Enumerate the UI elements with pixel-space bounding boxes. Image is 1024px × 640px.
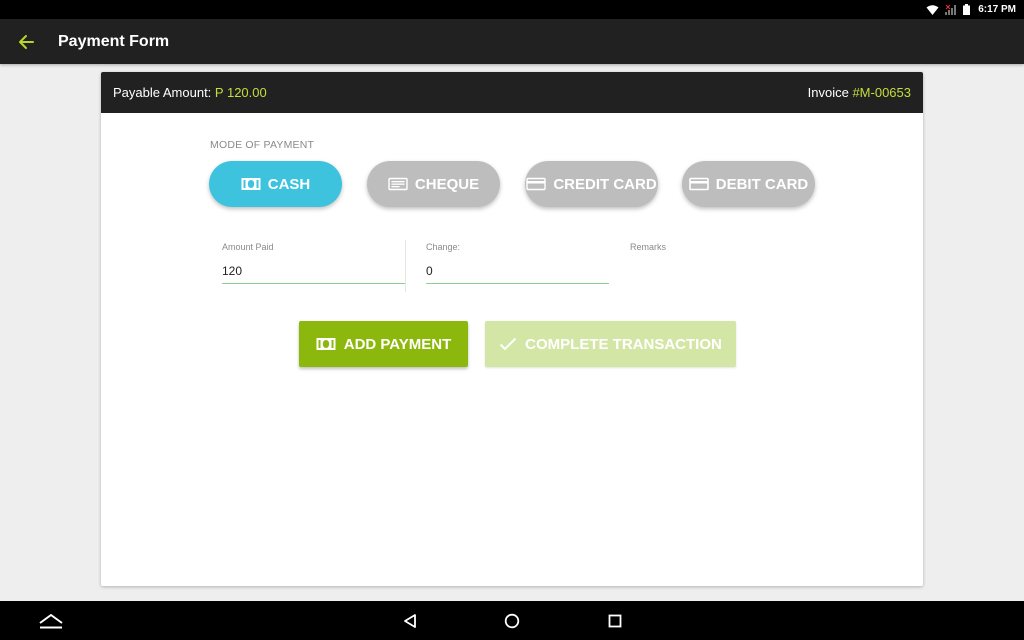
invoice-number: Invoice #M-00653 (808, 85, 911, 100)
debit-card-button[interactable]: DEBIT CARD (682, 161, 815, 207)
checkmark-icon (499, 337, 517, 351)
complete-transaction-label: COMPLETE TRANSACTION (525, 335, 722, 353)
triangle-back-icon (404, 613, 416, 628)
change-label: Change: (426, 242, 461, 252)
status-time: 6:17 PM (978, 4, 1016, 15)
payable-amount: Payable Amount: P 120.00 (113, 85, 267, 100)
amount-paid-label: Amount Paid (222, 242, 274, 252)
remarks-field: Remarks (630, 242, 813, 284)
mode-of-payment-label: MODE OF PAYMENT (210, 139, 315, 151)
status-bar: 6:17 PM (0, 0, 1024, 19)
back-button[interactable] (0, 19, 52, 64)
cash-icon (316, 338, 336, 350)
arrow-left-icon (19, 34, 34, 49)
square-recents-icon (608, 614, 622, 627)
nav-home-button[interactable] (492, 601, 532, 640)
debit-card-icon (688, 177, 709, 191)
add-payment-button[interactable]: ADD PAYMENT (299, 321, 468, 367)
page-title: Payment Form (58, 32, 170, 50)
cheque-button-label: CHEQUE (414, 175, 480, 193)
add-payment-label: ADD PAYMENT (343, 335, 452, 353)
cash-button-label: CASH (267, 175, 311, 193)
change-field: Change: (426, 242, 609, 284)
credit-card-button[interactable]: CREDIT CARD (525, 161, 658, 207)
payable-amount-label: Payable Amount: (113, 85, 212, 100)
debit-card-button-label: DEBIT CARD (715, 175, 809, 193)
wifi-icon (926, 4, 939, 15)
chevron-up-icon (39, 613, 63, 628)
app-bar: Payment Form (0, 19, 1024, 64)
change-input[interactable] (426, 258, 609, 284)
cheque-button[interactable]: CHEQUE (367, 161, 500, 207)
cheque-icon (388, 177, 408, 191)
invoice-value: #M-00653 (852, 85, 911, 100)
expand-button[interactable] (31, 601, 71, 640)
complete-transaction-button[interactable]: COMPLETE TRANSACTION (485, 321, 736, 367)
nav-back-button[interactable] (390, 601, 430, 640)
remarks-label: Remarks (630, 242, 667, 252)
cash-button[interactable]: CASH (209, 161, 342, 207)
battery-icon (963, 4, 971, 15)
field-divider (405, 240, 406, 292)
invoice-label: Invoice (807, 85, 849, 100)
cash-icon (241, 178, 261, 190)
signal-icon (945, 4, 957, 15)
amount-paid-input[interactable] (222, 258, 405, 284)
circle-home-icon (504, 613, 520, 628)
payable-amount-value: P 120.00 (214, 85, 267, 100)
credit-card-icon (526, 177, 547, 191)
remarks-input[interactable] (630, 258, 813, 284)
credit-card-button-label: CREDIT CARD (553, 175, 657, 193)
card-header: Payable Amount: P 120.00 Invoice #M-0065… (101, 72, 923, 113)
payment-card: Payable Amount: P 120.00 Invoice #M-0065… (101, 72, 923, 586)
amount-paid-field: Amount Paid (222, 242, 405, 284)
navigation-bar (0, 601, 1024, 640)
nav-recents-button[interactable] (595, 601, 635, 640)
